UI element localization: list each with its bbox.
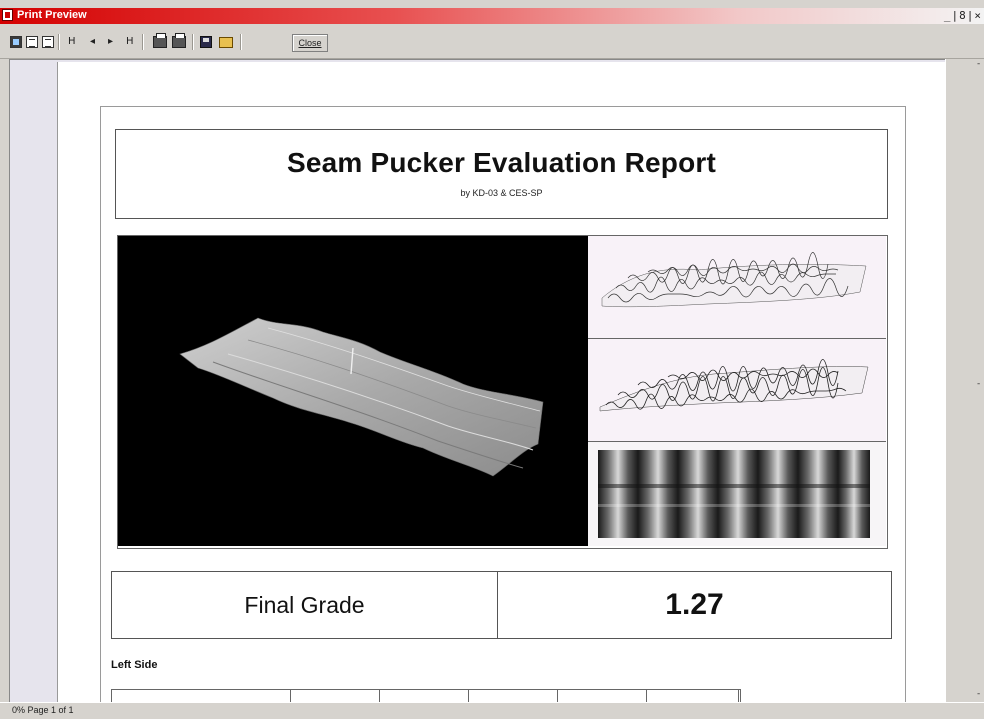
multi-page-icon[interactable]: [42, 36, 54, 48]
left-side-label: Left Side: [111, 659, 158, 671]
toolbar-separator: [58, 34, 60, 50]
app-icon: [2, 9, 13, 21]
window-controls[interactable]: _|8|×: [944, 9, 982, 22]
report-subtitle: by KD-03 & CES-SP: [460, 188, 543, 198]
seam-texture-middle: [588, 339, 886, 442]
open-folder-icon[interactable]: [219, 37, 233, 48]
texture-graphic: [599, 359, 869, 412]
toolbar-separator: [240, 34, 242, 50]
texture-graphic: [601, 252, 867, 308]
status-bar: 0% Page 1 of 1: [0, 702, 984, 719]
surface-3d-graphic: [179, 317, 544, 477]
image-grid: [117, 235, 888, 549]
ruler-tick: -: [977, 59, 981, 69]
toolbar-separator: [192, 34, 194, 50]
print-icon[interactable]: [172, 33, 186, 48]
final-grade-box: Final Grade 1.27: [111, 571, 892, 639]
next-page-button[interactable]: ▸: [108, 33, 113, 51]
title-bar: Print Preview _|8|×: [0, 8, 984, 24]
report-frame: Seam Pucker Evaluation Report by KD-03 &…: [100, 106, 906, 703]
first-page-button[interactable]: H: [68, 33, 76, 51]
pattern-graphic: [598, 450, 870, 538]
vertical-ruler[interactable]: - - -: [945, 59, 984, 702]
window-title: Print Preview: [17, 9, 87, 21]
prev-page-button[interactable]: ◂: [90, 33, 95, 51]
two-page-icon[interactable]: [26, 36, 38, 48]
save-icon[interactable]: [200, 36, 212, 48]
last-page-button[interactable]: H: [126, 33, 134, 51]
one-page-icon[interactable]: [10, 36, 22, 48]
toolbar-separator: [142, 34, 144, 50]
close-button[interactable]: Close: [292, 34, 328, 52]
report-header: Seam Pucker Evaluation Report by KD-03 &…: [115, 129, 888, 219]
toolbar: H ◂ ▸ H: [0, 24, 984, 59]
status-text: 0% Page 1 of 1: [12, 705, 74, 715]
seam-texture-top: [588, 236, 886, 339]
report-title: Seam Pucker Evaluation Report: [286, 147, 717, 178]
final-grade-value: 1.27: [665, 588, 724, 621]
report-page: Seam Pucker Evaluation Report by KD-03 &…: [57, 62, 946, 703]
ruler-tick: -: [977, 689, 981, 699]
side-panels: [588, 236, 886, 546]
surface-3d-image: [118, 236, 589, 546]
preview-viewport[interactable]: Seam Pucker Evaluation Report by KD-03 &…: [9, 59, 946, 703]
print-setup-icon[interactable]: [153, 33, 167, 48]
seam-pattern-image: [588, 442, 886, 546]
ruler-tick: -: [977, 379, 981, 389]
left-side-table: [111, 689, 741, 703]
final-grade-label: Final Grade: [112, 572, 498, 638]
